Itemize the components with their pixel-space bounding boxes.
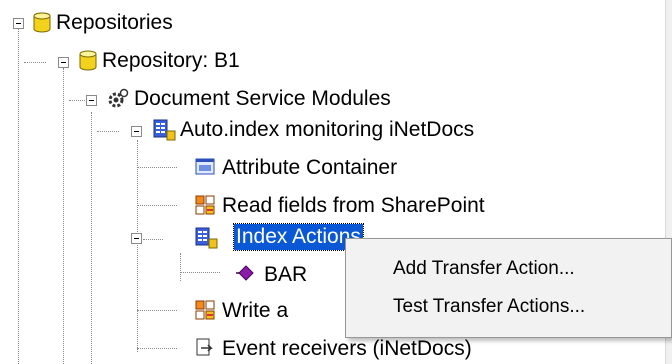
- tree-connector: [137, 348, 177, 349]
- tree-connector: [97, 131, 119, 132]
- tree-connector: [137, 140, 138, 352]
- tree-connector: [24, 62, 46, 63]
- context-menu: Add Transfer Action... Test Transfer Act…: [345, 238, 672, 338]
- tree-node-label: Event receivers (iNetDocs): [222, 337, 472, 360]
- event-receiver-icon: [195, 338, 215, 358]
- tree-node-label: Auto.index monitoring iNetDocs: [180, 118, 475, 141]
- tree-connector: [137, 310, 177, 311]
- service-gear-icon: [107, 88, 129, 108]
- collapse-toggle[interactable]: [13, 18, 24, 29]
- tree-node-label: Write a: [222, 299, 289, 322]
- collapse-toggle[interactable]: [131, 233, 142, 244]
- menu-item-test-transfer-actions[interactable]: Test Transfer Actions...: [347, 289, 670, 325]
- field-mapping-icon: [195, 195, 215, 215]
- tree-connector: [137, 205, 177, 206]
- tree-connector: [143, 239, 163, 240]
- action-diamond-icon: [236, 263, 256, 283]
- tree-node-label: Document Service Modules: [134, 87, 391, 110]
- module-icon: [195, 227, 218, 249]
- tree-node-label: BAR: [264, 263, 308, 286]
- tree-connector: [137, 167, 177, 168]
- menu-item-add-transfer-action[interactable]: Add Transfer Action...: [347, 251, 670, 287]
- tree-connector: [180, 253, 181, 281]
- collapse-toggle[interactable]: [86, 95, 97, 106]
- tree-node-label: Index Actions: [233, 223, 364, 251]
- tree-connector: [91, 112, 92, 364]
- module-icon: [153, 119, 176, 141]
- collapse-toggle[interactable]: [58, 57, 69, 68]
- field-mapping-icon: [195, 300, 215, 320]
- tree-node-label: Repository: B1: [102, 49, 240, 72]
- tree-connector: [63, 68, 64, 364]
- database-icon: [78, 50, 98, 71]
- tree-connector: [18, 29, 19, 364]
- tree-node-label: Repositories: [56, 11, 173, 34]
- container-icon: [195, 157, 215, 177]
- tree-node-label: Attribute Container: [222, 156, 398, 179]
- tree-connector: [180, 272, 220, 273]
- collapse-toggle[interactable]: [131, 126, 142, 137]
- tree-node-label: Read fields from SharePoint: [222, 194, 485, 217]
- database-icon: [32, 12, 52, 33]
